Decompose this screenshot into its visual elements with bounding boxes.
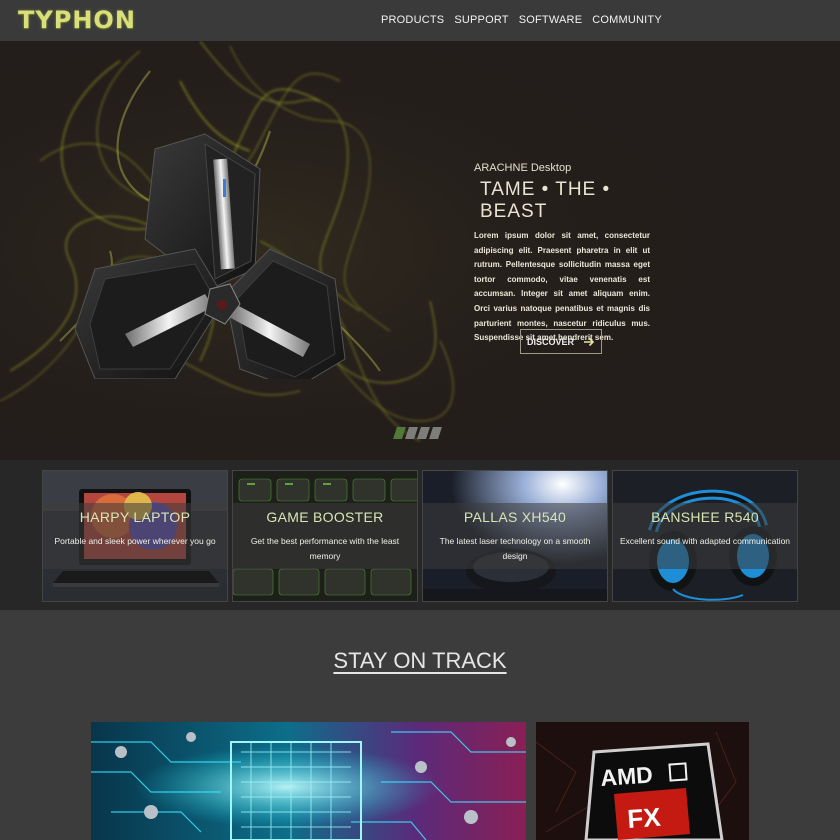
amd-fx-processor-image: AMD FX <box>536 722 749 840</box>
carousel-dot-1[interactable] <box>393 427 406 439</box>
carousel-dot-2[interactable] <box>405 427 418 439</box>
product-description: Get the best performance with the least … <box>250 536 400 561</box>
hero-title: TAME • THE • BEAST <box>480 179 611 222</box>
discover-label: DISCOVER <box>526 336 574 347</box>
arrow-right-icon <box>584 337 595 346</box>
carousel-indicators <box>393 427 442 439</box>
product-description: The latest laser technology on a smooth … <box>439 536 591 561</box>
top-navbar: TYPHON PRODUCTS SUPPORT SOFTWARE COMMUNI… <box>0 0 840 41</box>
circuit-board-image <box>91 722 526 840</box>
svg-text:FX: FX <box>626 802 662 834</box>
product-title: PALLAS XH540 <box>463 509 567 525</box>
product-title: GAME BOOSTER <box>266 509 384 525</box>
nav-item-support[interactable]: SUPPORT <box>454 14 508 26</box>
product-title: BANSHEE R540 <box>651 509 759 525</box>
hero-kicker: ARACHNE Desktop <box>474 162 572 174</box>
arachne-desktop-image <box>74 133 346 379</box>
typhon-logo[interactable]: TYPHON <box>18 6 136 34</box>
nav-item-software[interactable]: SOFTWARE <box>519 14 583 26</box>
product-card-game-booster[interactable]: GAME BOOSTER Get the best performance wi… <box>232 470 418 602</box>
discover-button[interactable]: DISCOVER <box>520 329 602 354</box>
product-card-banshee-r540[interactable]: BANSHEE R540 Excellent sound with adapte… <box>612 470 798 602</box>
nav-item-products[interactable]: PRODUCTS <box>381 14 444 26</box>
main-menu: PRODUCTS SUPPORT SOFTWARE COMMUNITY <box>381 14 662 26</box>
svg-text:AMD: AMD <box>600 761 654 791</box>
product-title: HARPY LAPTOP <box>79 509 191 525</box>
section-title[interactable]: STAY ON TRACK <box>0 648 840 674</box>
product-description: Excellent sound with adapted communicati… <box>619 536 791 546</box>
product-card-pallas-xh540[interactable]: PALLAS XH540 The latest laser technology… <box>422 470 608 602</box>
product-strip: HARPY LAPTOP Portable and sleek power wh… <box>0 460 840 610</box>
product-card-harpy-laptop[interactable]: HARPY LAPTOP Portable and sleek power wh… <box>42 470 228 602</box>
hero-carousel: ARACHNE Desktop TAME • THE • BEAST Lorem… <box>0 41 840 460</box>
carousel-dot-3[interactable] <box>417 427 430 439</box>
nav-item-community[interactable]: COMMUNITY <box>592 14 662 26</box>
hero-text-block: ARACHNE Desktop TAME • THE • BEAST Lorem… <box>474 162 650 346</box>
product-description: Portable and sleek power wherever you go <box>54 536 216 546</box>
